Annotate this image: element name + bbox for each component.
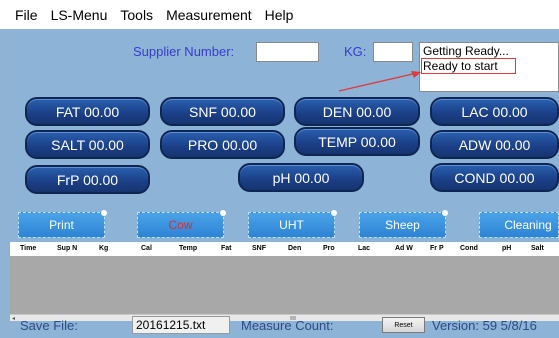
- corner-handle-icon: [331, 210, 337, 216]
- uht-button[interactable]: UHT: [248, 210, 337, 238]
- cleaning-button[interactable]: Cleaning: [479, 212, 559, 238]
- menu-ls-menu[interactable]: LS-Menu: [51, 7, 108, 23]
- save-file-field[interactable]: 20161215.txt: [132, 316, 230, 334]
- menu-tools[interactable]: Tools: [120, 7, 153, 23]
- column-header[interactable]: Salt: [531, 245, 544, 252]
- frp-reading-button[interactable]: FrP 00.00: [25, 165, 150, 194]
- kg-input[interactable]: [373, 42, 413, 62]
- lac-reading-button[interactable]: LAC 00.00: [430, 97, 559, 126]
- annotation-arrow-icon: [338, 71, 421, 92]
- supplier-number-label: Supplier Number:: [133, 44, 235, 59]
- version-label: Version: 59 5/8/16: [432, 318, 537, 333]
- column-header[interactable]: Cal: [141, 245, 152, 252]
- den-reading-button[interactable]: DEN 00.00: [294, 97, 420, 126]
- table-header: Time Sup N Kg Cal Temp Fat SNF Den Pro L…: [10, 242, 559, 256]
- cow-button[interactable]: Cow: [137, 210, 226, 238]
- column-header[interactable]: Temp: [179, 245, 197, 252]
- print-button[interactable]: Print: [18, 210, 107, 238]
- snf-reading-button[interactable]: SNF 00.00: [160, 97, 285, 126]
- status-line-getting-ready: Getting Ready...: [423, 44, 509, 58]
- column-header[interactable]: Time: [20, 245, 36, 252]
- column-header[interactable]: Lac: [358, 245, 370, 252]
- cow-button-label: Cow: [168, 218, 193, 232]
- column-header[interactable]: Fat: [221, 245, 232, 252]
- status-box: Getting Ready... Ready to start: [419, 42, 559, 92]
- column-header[interactable]: Ad W: [395, 245, 413, 252]
- kg-label: KG:: [344, 44, 367, 59]
- column-header[interactable]: Fr P: [430, 245, 444, 252]
- print-button-label: Print: [49, 218, 74, 232]
- column-header[interactable]: SNF: [252, 245, 266, 252]
- salt-reading-button[interactable]: SALT 00.00: [25, 130, 150, 159]
- uht-button-label: UHT: [279, 218, 304, 232]
- save-file-label: Save File:: [20, 318, 78, 333]
- menu-file[interactable]: File: [15, 7, 38, 23]
- column-header[interactable]: pH: [502, 245, 511, 252]
- sheep-button-label: Sheep: [385, 218, 420, 232]
- fat-reading-button[interactable]: FAT 00.00: [25, 97, 150, 126]
- reset-button[interactable]: Reset: [382, 317, 425, 333]
- corner-handle-icon: [220, 210, 226, 216]
- column-header[interactable]: Cond: [460, 245, 478, 252]
- menu-measurement[interactable]: Measurement: [166, 7, 252, 23]
- cond-reading-button[interactable]: COND 00.00: [430, 163, 559, 192]
- measure-count-label: Measure Count:: [241, 318, 334, 333]
- cleaning-button-label: Cleaning: [504, 218, 552, 232]
- pro-reading-button[interactable]: PRO 00.00: [160, 130, 285, 159]
- status-line-ready-to-start: Ready to start: [421, 58, 516, 74]
- menu-help[interactable]: Help: [265, 7, 294, 23]
- corner-handle-icon: [442, 210, 448, 216]
- column-header[interactable]: Kg: [99, 245, 108, 252]
- main-panel: Supplier Number: KG: Getting Ready... Re…: [10, 29, 559, 338]
- ph-reading-button[interactable]: pH 00.00: [238, 163, 364, 192]
- sheep-button[interactable]: Sheep: [359, 210, 448, 238]
- supplier-number-input[interactable]: [256, 42, 319, 62]
- column-header[interactable]: Den: [288, 245, 301, 252]
- column-header[interactable]: Sup N: [57, 245, 77, 252]
- menu-bar: File LS-Menu Tools Measurement Help: [0, 0, 559, 29]
- column-header[interactable]: Pro: [323, 245, 335, 252]
- temp-reading-button[interactable]: TEMP 00.00: [294, 127, 420, 156]
- adw-reading-button[interactable]: ADW 00.00: [430, 130, 559, 159]
- measurement-table[interactable]: Time Sup N Kg Cal Temp Fat SNF Den Pro L…: [10, 242, 559, 322]
- corner-handle-icon: [101, 210, 107, 216]
- scroll-left-arrow-icon[interactable]: ◂: [12, 315, 15, 322]
